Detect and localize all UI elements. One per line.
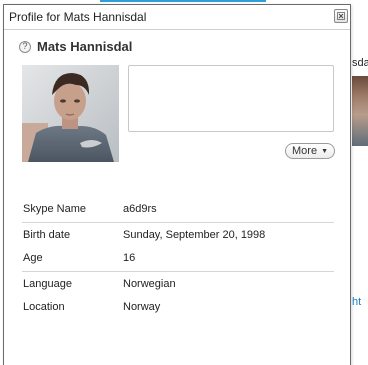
unknown-status-icon: ? [19, 40, 31, 53]
profile-details: Skype Name a6d9rs Birth date Sunday, Sep… [22, 199, 334, 320]
age-label: Age [23, 252, 43, 264]
display-name: Mats Hannisdal [37, 39, 133, 54]
close-button[interactable] [334, 9, 348, 23]
chevron-down-icon: ▼ [321, 147, 328, 155]
birth-date-label: Birth date [23, 229, 71, 241]
close-icon [337, 12, 345, 20]
detail-row-age: Age 16 [22, 248, 334, 271]
avatar[interactable] [22, 65, 119, 162]
language-value: Norwegian [123, 278, 176, 290]
background-partial-name: sdal [352, 57, 368, 69]
profile-window: Profile for Mats Hannisdal ? Mats Hannis… [3, 4, 351, 365]
mood-message-box [128, 65, 334, 132]
language-label: Language [23, 278, 72, 290]
avatar-photo [22, 65, 119, 162]
location-value: Norway [123, 301, 161, 313]
background-avatar-thumbnail [352, 76, 368, 146]
window-titlebar[interactable]: Profile for Mats Hannisdal [4, 5, 350, 30]
age-value: 16 [123, 252, 136, 264]
skype-name-label: Skype Name [23, 203, 86, 215]
more-button-label: More [292, 145, 318, 157]
divider [22, 271, 334, 272]
more-button[interactable]: More ▼ [285, 143, 335, 159]
window-title: Profile for Mats Hannisdal [9, 10, 147, 24]
detail-row-skype-name: Skype Name a6d9rs [22, 199, 334, 222]
profile-header: ? Mats Hannisdal [19, 39, 132, 54]
background-tab-highlight [100, 0, 266, 2]
divider [22, 222, 334, 223]
detail-row-language: Language Norwegian [22, 274, 334, 297]
location-label: Location [23, 301, 65, 313]
background-partial-link[interactable]: ht [352, 296, 361, 308]
skype-name-value: a6d9rs [123, 203, 157, 215]
detail-row-location: Location Norway [22, 297, 334, 320]
birth-date-value: Sunday, September 20, 1998 [123, 229, 266, 241]
detail-row-birth-date: Birth date Sunday, September 20, 1998 [22, 225, 334, 248]
